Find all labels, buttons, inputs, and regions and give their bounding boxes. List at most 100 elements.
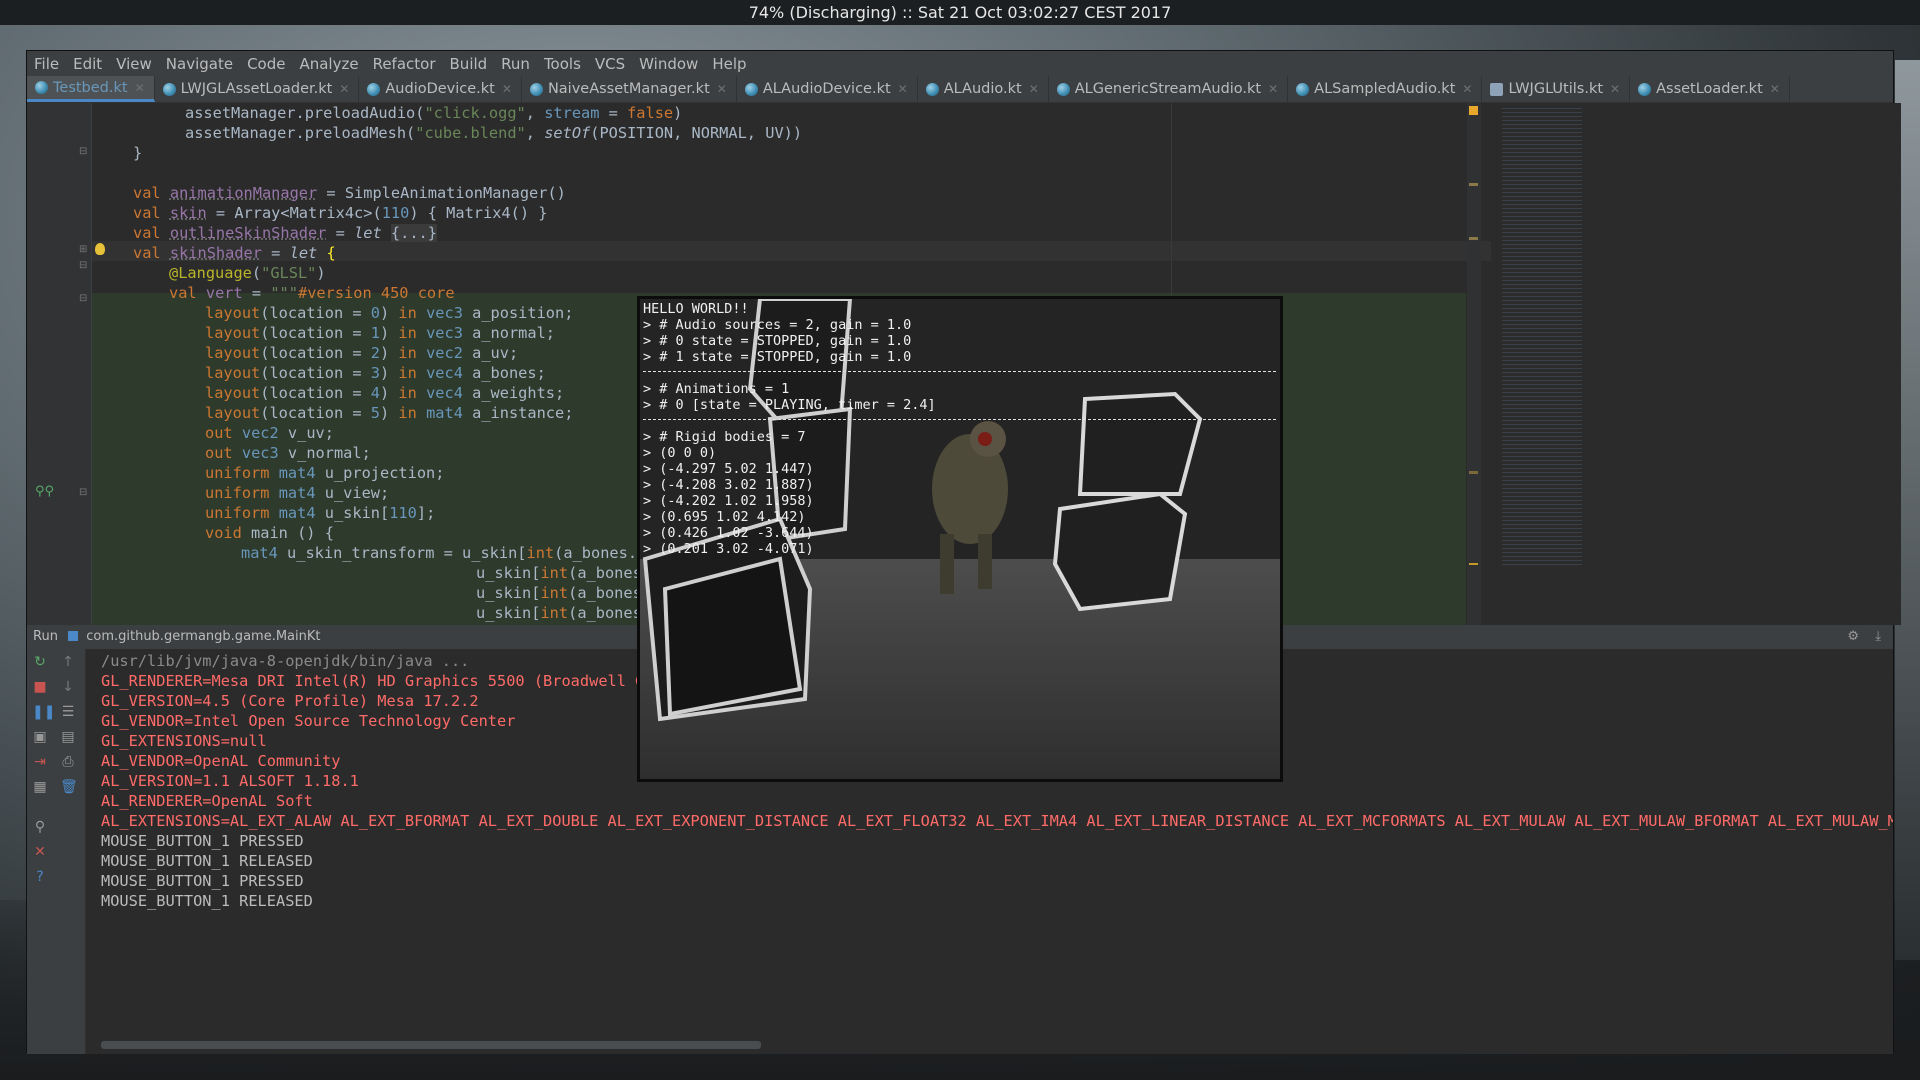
code-line-1: assetManager.preloadAudio("click.ogg", s…: [185, 104, 683, 122]
menu-edit[interactable]: Edit: [66, 55, 109, 73]
code-line-14: layout(location = 3) in vec4 a_bones;: [205, 364, 546, 382]
down-icon[interactable]: ↓: [60, 679, 76, 695]
tab-asset-loader[interactable]: AssetLoader.kt ✕: [1630, 76, 1790, 102]
console-horizontal-scrollbar[interactable]: [101, 1041, 761, 1049]
menu-analyze[interactable]: Analyze: [292, 55, 365, 73]
menu-code[interactable]: Code: [240, 55, 292, 73]
menu-vcs[interactable]: VCS: [588, 55, 632, 73]
menu-help[interactable]: Help: [705, 55, 753, 73]
code-line-7: val outlineSkinShader = let {...}: [133, 224, 437, 242]
close-icon[interactable]: ✕: [1770, 82, 1780, 96]
code-line-20: uniform mat4 u_view;: [205, 484, 390, 502]
kotlin-file-icon: [1296, 82, 1310, 96]
tab-label: Testbed.kt: [53, 79, 128, 96]
kotlin-file-icon: [35, 81, 48, 94]
hud-body-line: > (0.695 1.02 4.142): [643, 509, 806, 525]
fold-icon[interactable]: ⊟: [79, 487, 87, 498]
hud-audio-line: > # Audio sources = 2, gain = 1.0: [643, 317, 912, 333]
code-line-10: val vert = """#version 450 core: [169, 284, 455, 302]
tab-label: ALGenericStreamAudio.kt: [1074, 81, 1262, 97]
hud-animation-line: > # Animations = 1: [643, 381, 790, 397]
close-icon[interactable]: ✕: [502, 82, 512, 96]
fold-icon[interactable]: ⊟: [79, 146, 87, 157]
tab-label: LWJGLUtils.kt: [1508, 81, 1604, 97]
hud-body-line: > (-4.297 5.02 1.447): [643, 461, 814, 477]
file-icon: [1490, 82, 1504, 96]
exit-icon[interactable]: ⇥: [32, 754, 48, 770]
hide-panel-icon[interactable]: ⤓: [1875, 625, 1881, 649]
pin-icon[interactable]: ⚲: [32, 819, 48, 835]
console-line: GL_EXTENSIONS=null: [101, 732, 267, 750]
editor-gutter[interactable]: ⊟ ⊞ ⊟ ⊟ ⊟ ⚲⚲: [27, 103, 92, 625]
run-config-name[interactable]: com.github.germangb.game.MainKt: [86, 629, 320, 644]
menu-navigate[interactable]: Navigate: [159, 55, 240, 73]
menu-view[interactable]: View: [109, 55, 159, 73]
close-icon[interactable]: ✕: [1462, 82, 1472, 96]
close-icon[interactable]: ✕: [717, 82, 727, 96]
warning-indicator-icon[interactable]: [1469, 106, 1478, 115]
game-window[interactable]: HELLO WORLD!! > # Audio sources = 2, gai…: [637, 296, 1283, 782]
tab-naive-asset-manager[interactable]: NaiveAssetManager.kt ✕: [522, 76, 737, 102]
rerun-icon[interactable]: ↻: [32, 654, 48, 670]
layout-icon[interactable]: ▦: [32, 779, 48, 795]
menu-file[interactable]: File: [27, 55, 66, 73]
menu-window[interactable]: Window: [632, 55, 705, 73]
code-line-17: out vec2 v_uv;: [205, 424, 334, 442]
tab-al-sampled-audio[interactable]: ALSampledAudio.kt ✕: [1288, 76, 1483, 102]
tab-label: AudioDevice.kt: [385, 81, 495, 97]
kotlin-file-icon: [744, 82, 758, 96]
scroll-end-icon[interactable]: ▤: [60, 729, 76, 745]
code-line-2: assetManager.preloadMesh("cube.blend", s…: [185, 124, 803, 142]
up-icon[interactable]: ↑: [60, 654, 76, 670]
intention-bulb-icon[interactable]: [95, 243, 105, 255]
close-icon[interactable]: ✕: [339, 82, 349, 96]
help-icon[interactable]: ?: [32, 869, 48, 885]
print-icon[interactable]: ⎙: [60, 754, 76, 770]
hud-separator: [643, 419, 1276, 420]
pause-icon[interactable]: ❚❚: [32, 704, 55, 720]
menu-refactor[interactable]: Refactor: [366, 55, 443, 73]
stop-icon[interactable]: ■: [32, 679, 48, 695]
hud-body-line: > (0.426 1.02 -3.644): [643, 525, 814, 541]
soft-wrap-icon[interactable]: ☰: [60, 704, 76, 720]
fold-icon[interactable]: ⊞: [79, 244, 87, 255]
console-line: GL_RENDERER=Mesa DRI Intel(R) HD Graphic…: [101, 672, 672, 690]
tab-al-audio[interactable]: ALAudio.kt ✕: [918, 76, 1049, 102]
camera-icon[interactable]: ▣: [32, 729, 48, 745]
fold-icon[interactable]: ⊟: [79, 260, 87, 271]
tab-al-audio-device[interactable]: ALAudioDevice.kt ✕: [737, 76, 918, 102]
gutter-marker-icon[interactable]: ⚲⚲: [35, 484, 54, 499]
code-line-12: layout(location = 1) in vec3 a_normal;: [205, 324, 556, 342]
warning-mark: [1469, 563, 1478, 565]
hud-animation-line: > # 0 [state = PLAYING, timer = 2.4]: [643, 397, 936, 413]
tab-lwjgl-asset-loader[interactable]: LWJGLAssetLoader.kt ✕: [155, 76, 360, 102]
editor-error-stripe[interactable]: [1467, 103, 1481, 625]
close-icon[interactable]: ✕: [1610, 82, 1620, 96]
trash-icon[interactable]: 🗑: [60, 779, 78, 795]
code-minimap[interactable]: [1497, 103, 1607, 625]
run-label: Run: [33, 629, 58, 644]
editor-tab-bar: Testbed.kt ✕ LWJGLAssetLoader.kt ✕ AudioDe…: [27, 76, 1893, 103]
menu-run[interactable]: Run: [494, 55, 537, 73]
system-status-bar: 74% (Discharging) :: Sat 21 Oct 03:02:27…: [0, 0, 1920, 25]
tab-lwjgl-utils[interactable]: LWJGLUtils.kt ✕: [1482, 76, 1631, 102]
tab-al-generic-stream-audio[interactable]: ALGenericStreamAudio.kt ✕: [1049, 76, 1289, 102]
creature-model: [932, 421, 1008, 594]
hud-body-line: > (0.201 3.02 -4.071): [643, 541, 814, 557]
tab-audio-device[interactable]: AudioDevice.kt ✕: [359, 76, 522, 102]
close-icon[interactable]: ✕: [1029, 82, 1039, 96]
menu-build[interactable]: Build: [443, 55, 495, 73]
fold-icon[interactable]: ⊟: [79, 293, 87, 304]
hud-audio-line: > # 1 state = STOPPED, gain = 1.0: [643, 349, 912, 365]
menu-tools[interactable]: Tools: [537, 55, 588, 73]
console-line: AL_RENDERER=OpenAL Soft: [101, 792, 313, 810]
hud-title: HELLO WORLD!!: [643, 301, 749, 317]
close-icon[interactable]: ✕: [1268, 82, 1278, 96]
close-icon[interactable]: ✕: [898, 82, 908, 96]
close-icon[interactable]: ✕: [135, 81, 145, 95]
gear-icon[interactable]: ⚙: [1847, 625, 1859, 649]
code-line-23: mat4 u_skin_transform = u_skin[int(a_bon…: [241, 544, 656, 562]
code-line-22: void main () {: [205, 524, 334, 542]
tab-testbed[interactable]: Testbed.kt ✕: [27, 76, 155, 102]
close-icon[interactable]: ✕: [32, 844, 48, 860]
